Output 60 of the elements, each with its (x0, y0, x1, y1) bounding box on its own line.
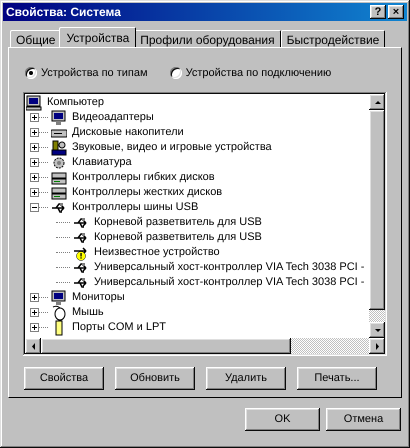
tree-item[interactable]: Дисковые накопители (70, 126, 186, 139)
monitor-icon (51, 110, 67, 126)
scroll-thumb[interactable] (41, 338, 291, 354)
tree-item[interactable]: Корневой разветвитель для USB (92, 231, 264, 244)
expand-icon[interactable] (30, 143, 39, 152)
tab[interactable]: Устройства (59, 27, 136, 47)
tree-item[interactable]: Корневой разветвитель для USB (92, 216, 264, 229)
help-button[interactable]: ? (370, 5, 386, 19)
monitor-icon (51, 290, 67, 306)
drive-controller-icon (51, 184, 67, 200)
warning-icon (73, 244, 89, 260)
speaker-icon (51, 140, 67, 156)
tree-item[interactable]: Мониторы (70, 291, 127, 304)
expand-icon[interactable] (30, 293, 39, 302)
computer-icon (26, 94, 42, 110)
collapse-icon[interactable] (30, 203, 39, 212)
gear-icon (51, 154, 67, 170)
tree-item[interactable]: Компьютер (45, 96, 106, 109)
tab[interactable]: Общие (10, 30, 62, 47)
expand-icon[interactable] (30, 128, 39, 137)
scroll-left-button[interactable] (25, 338, 41, 354)
tree-item[interactable]: Универсальный хост-контроллер VIA Tech 3038 PCI - (92, 261, 366, 274)
scroll-thumb[interactable] (369, 110, 385, 310)
tree-item[interactable]: Универсальный хост-контроллер VIA Tech 3038 PCI - (92, 276, 366, 289)
vertical-scrollbar[interactable] (369, 94, 385, 338)
dialog-button[interactable]: Отмена (326, 408, 401, 431)
scroll-down-button[interactable] (369, 322, 385, 338)
tree-item[interactable]: Контроллеры жестких дисков (70, 186, 224, 199)
drive-controller-icon (51, 170, 67, 186)
radio-label: Устройства по подключению (186, 66, 332, 81)
tab[interactable]: Профили оборудования (134, 30, 281, 47)
tree-item[interactable]: Контроллеры шины USB (70, 201, 200, 214)
action-button[interactable]: Обновить (115, 367, 195, 390)
dialog-button[interactable]: OK (245, 408, 320, 431)
tree-item[interactable]: Звуковые, видео и игровые устройства (70, 141, 274, 154)
tree-item[interactable]: Неизвестное устройство (92, 246, 222, 259)
scroll-up-button[interactable] (369, 94, 385, 110)
tree-item[interactable]: Видеоадаптеры (70, 111, 156, 124)
expand-icon[interactable] (30, 158, 39, 167)
window-title: Свойства: Система (6, 4, 121, 21)
tree-item[interactable]: Порты COM и LPT (70, 321, 168, 334)
expand-icon[interactable] (30, 323, 39, 332)
radio-button[interactable] (25, 67, 37, 79)
tree-item[interactable]: Контроллеры гибких дисков (70, 171, 217, 184)
tree-item[interactable]: Мышь (70, 306, 106, 319)
tree-item[interactable]: Клавиатура (70, 156, 134, 169)
close-button[interactable]: × (388, 5, 404, 19)
horizontal-scrollbar[interactable] (25, 338, 385, 354)
radio-label: Устройства по типам (41, 66, 148, 81)
tab[interactable]: Быстродействие (280, 30, 386, 47)
scroll-right-button[interactable] (369, 338, 385, 354)
expand-icon[interactable] (30, 173, 39, 182)
expand-icon[interactable] (30, 188, 39, 197)
radio-button[interactable] (170, 67, 182, 79)
expand-icon[interactable] (30, 308, 39, 317)
action-button[interactable]: Удалить (206, 367, 286, 390)
action-button[interactable]: Печать... (297, 367, 377, 390)
action-button[interactable]: Свойства (24, 367, 104, 390)
mouse-icon (51, 304, 67, 320)
expand-icon[interactable] (30, 113, 39, 122)
